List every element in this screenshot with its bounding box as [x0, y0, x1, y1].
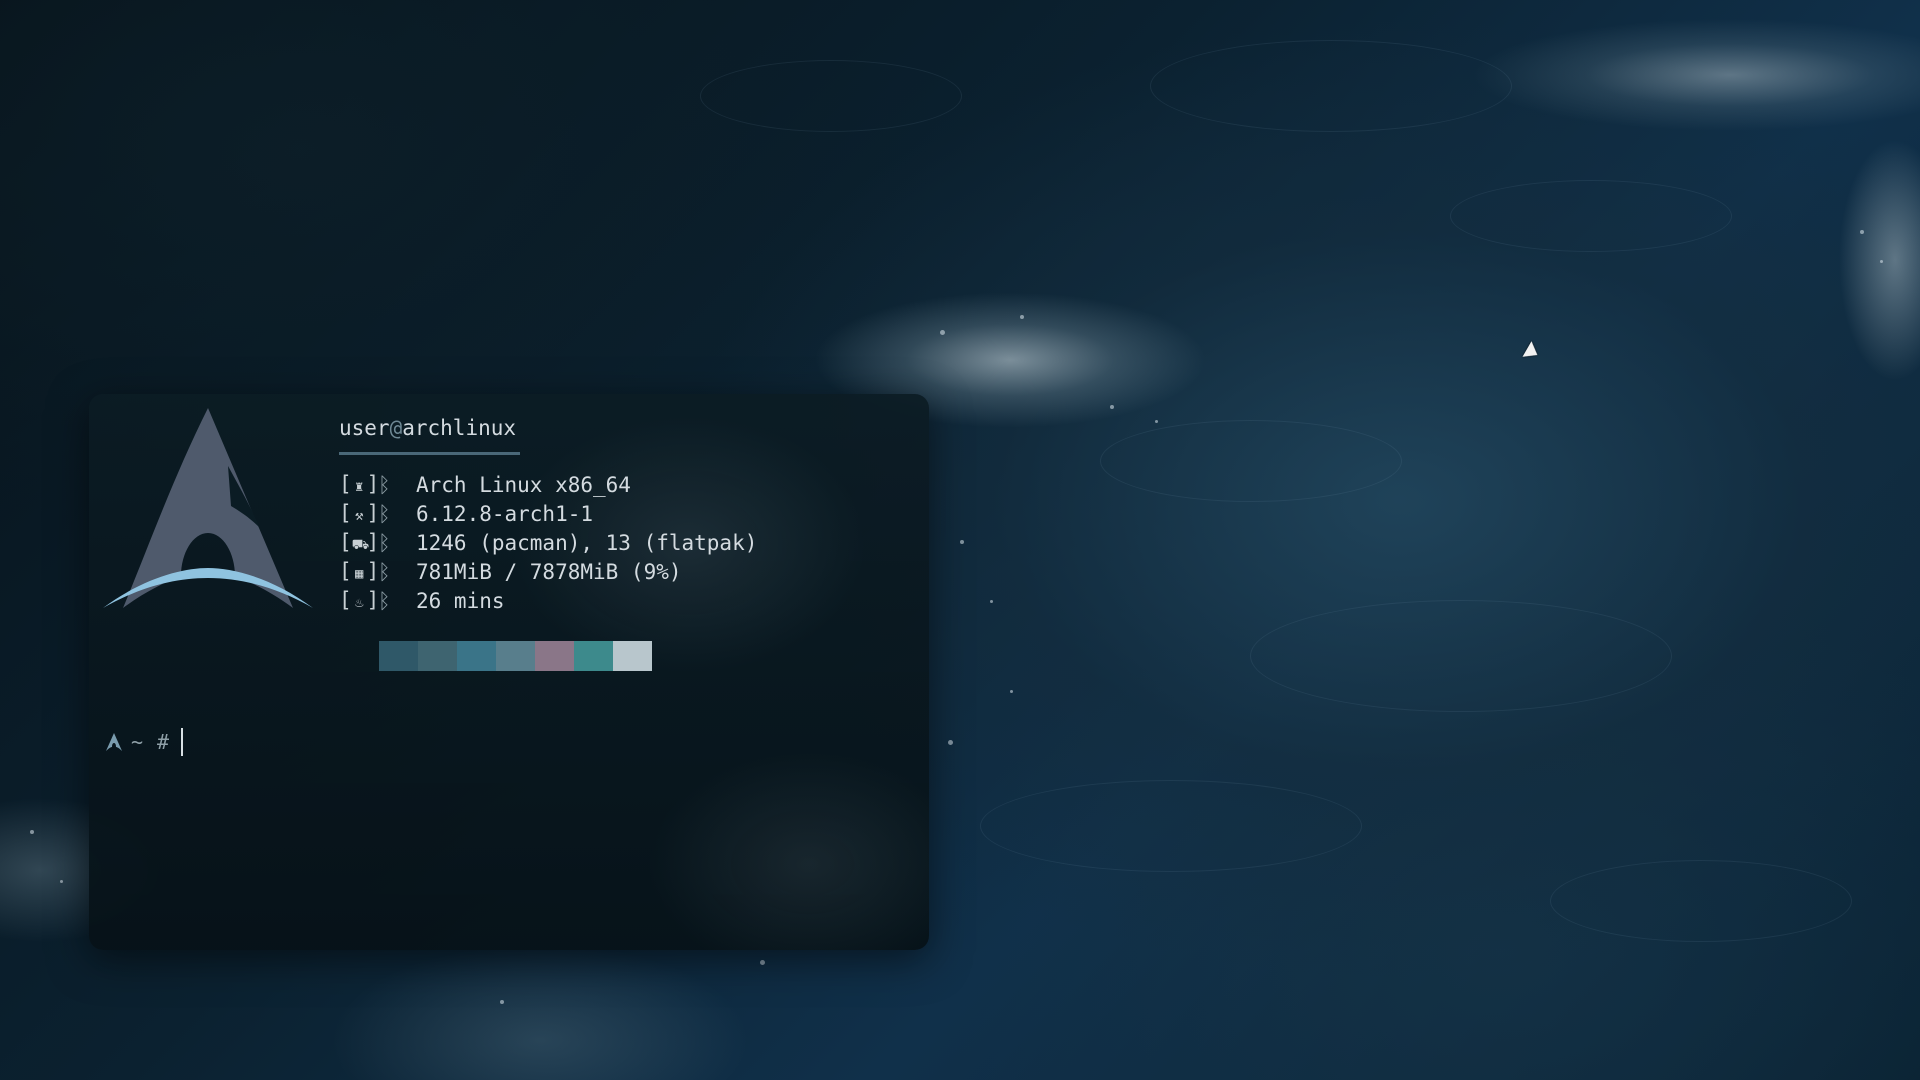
username: user: [339, 416, 390, 440]
info-row-os: [♜] ᛒ Arch Linux x86_64: [339, 471, 899, 500]
uptime-value: 26 mins: [416, 589, 505, 613]
memory-icon: ▦: [354, 565, 364, 582]
palette-swatch: [496, 641, 535, 671]
palette-swatch: [418, 641, 457, 671]
kernel-icon: ⚒: [354, 507, 364, 524]
palette-swatch: [379, 641, 418, 671]
palette-swatch: [574, 641, 613, 671]
palette-swatch: [613, 641, 652, 671]
color-palette: [379, 641, 652, 671]
packages-value: 1246 (pacman), 13 (flatpak): [416, 531, 758, 555]
packages-icon: ⛟: [351, 536, 370, 553]
desktop-wallpaper: user@archlinux [♜] ᛒ Arch Linux x86_64 [⚒]…: [0, 0, 1920, 1080]
info-row-memory: [▦] ᛒ 781MiB / 7878MiB (9%): [339, 558, 899, 587]
os-value: Arch Linux x86_64: [416, 473, 631, 497]
prompt-symbol: #: [157, 730, 170, 754]
palette-swatch: [457, 641, 496, 671]
info-row-uptime: [♨] ᛒ 26 mins: [339, 587, 899, 616]
arch-prompt-icon: [106, 733, 122, 751]
memory-value: 781MiB / 7878MiB (9%): [416, 560, 682, 584]
separator-icon: ᛒ: [378, 502, 391, 526]
kernel-value: 6.12.8-arch1-1: [416, 502, 594, 526]
mouse-pointer-icon: [1522, 341, 1542, 363]
info-row-packages: [⛟] ᛒ 1246 (pacman), 13 (flatpak): [339, 529, 899, 558]
system-info-panel: user@archlinux [♜] ᛒ Arch Linux x86_64 [⚒]…: [339, 414, 899, 616]
separator-icon: ᛒ: [378, 589, 391, 613]
uptime-icon: ♨: [354, 594, 364, 611]
separator-icon: ᛒ: [378, 560, 391, 584]
palette-swatch: [535, 641, 574, 671]
title-underline: [339, 452, 520, 455]
text-cursor: [181, 728, 184, 756]
hostname: archlinux: [402, 416, 517, 440]
terminal-window[interactable]: user@archlinux [♜] ᛒ Arch Linux x86_64 [⚒]…: [89, 394, 929, 950]
separator-icon: ᛒ: [378, 531, 391, 555]
arch-logo-icon: [103, 408, 313, 608]
at-sign: @: [389, 416, 403, 440]
prompt-directory: ~: [131, 730, 144, 754]
separator-icon: ᛒ: [378, 473, 391, 497]
shell-prompt[interactable]: ~ #: [105, 727, 184, 757]
user-host-label: user@archlinux: [339, 414, 899, 442]
info-row-kernel: [⚒] ᛒ 6.12.8-arch1-1: [339, 500, 899, 529]
os-icon: ♜: [354, 478, 364, 495]
